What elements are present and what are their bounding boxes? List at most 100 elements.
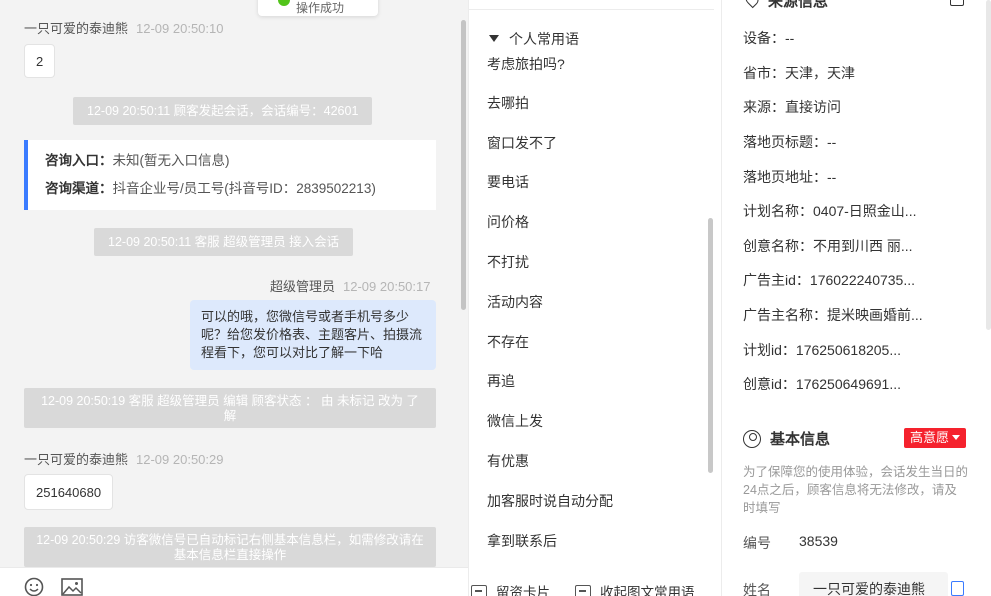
- field-value: --: [827, 169, 837, 185]
- field-label: 创意id：: [743, 376, 796, 392]
- field-label: 省市：: [743, 65, 785, 81]
- field-label: 设备：: [743, 30, 785, 46]
- edit-icon[interactable]: [950, 0, 964, 6]
- phrase-group-title: 个人常用语: [509, 31, 579, 47]
- success-toast: 操作成功: [258, 0, 378, 16]
- user-circle-icon: [743, 430, 761, 448]
- agent-message-bubble: 可以的哦，您微信号或者手机号多少呢？给您发价格表、主题客片、拍摄流程看下，您可以…: [190, 300, 436, 370]
- customer-message-bubble: 251640680: [24, 474, 114, 510]
- field-value: 直接访问: [785, 99, 841, 115]
- document-icon: [575, 585, 591, 596]
- sender-name: 超级管理员: [270, 279, 336, 294]
- copy-icon[interactable]: [951, 581, 964, 596]
- system-message: 12-09 20:50:29 访客微信号已自动标记右侧基本信息栏，如需修改请在基…: [24, 527, 436, 567]
- consult-entry-row: 咨询入口：未知(暂无入口信息): [45, 150, 436, 178]
- phrase-item[interactable]: 活动内容: [487, 292, 543, 312]
- phrase-item[interactable]: 加客服时说自动分配: [487, 491, 613, 511]
- divider: [469, 9, 714, 10]
- system-message: 12-09 20:50:11 客服 超级管理员 接入会话: [94, 228, 354, 256]
- message-time: 12-09 20:50:10: [136, 21, 224, 36]
- message-header: 超级管理员 12-09 20:50:17: [270, 276, 430, 295]
- source-field: 创意名称：不用到川西 丽...: [743, 236, 913, 256]
- phrase-item[interactable]: 问价格: [487, 212, 529, 232]
- image-icon[interactable]: [61, 577, 83, 596]
- field-label: 计划id：: [743, 342, 796, 358]
- field-value: --: [827, 134, 837, 150]
- source-field: 计划id：176250618205...: [743, 340, 901, 360]
- field-value: 不用到川西 丽...: [813, 238, 913, 254]
- customer-info-panel: 来源信息 设备：-- 省市：天津，天津 来源：直接访问 落地页标题：-- 落地页…: [721, 0, 991, 596]
- collapse-phrases-button[interactable]: 收起图文常用语: [575, 581, 695, 596]
- source-field: 来源：直接访问: [743, 97, 841, 117]
- name-label: 姓名: [743, 582, 771, 596]
- consult-channel-value: 抖音企业号/员工号(抖音号ID：2839502213): [112, 181, 376, 196]
- phrase-item[interactable]: 不存在: [487, 332, 529, 352]
- source-field: 广告主名称：提米映画婚前...: [743, 305, 923, 325]
- phrase-item[interactable]: 再追: [487, 371, 515, 391]
- lead-card-button[interactable]: 留资卡片: [471, 581, 550, 596]
- phrase-item[interactable]: 考虑旅拍吗?: [487, 54, 565, 74]
- number-value: 38539: [799, 533, 838, 549]
- consult-channel-label: 咨询渠道：: [45, 181, 113, 196]
- field-label: 落地页标题：: [743, 134, 827, 150]
- phrase-item[interactable]: 有优惠: [487, 451, 529, 471]
- field-label: 计划名称：: [743, 203, 813, 219]
- field-value: 0407-日照金山...: [813, 203, 917, 219]
- consult-entry-label: 咨询入口：: [45, 153, 113, 168]
- message-header: 一只可爱的泰迪熊 12-09 20:50:10: [24, 18, 223, 37]
- system-message: 12-09 20:50:11 顾客发起会话，会话编号：42601: [73, 97, 373, 125]
- source-field: 落地页地址：--: [743, 167, 836, 187]
- message-time: 12-09 20:50:17: [343, 279, 431, 294]
- smiley-icon[interactable]: [24, 577, 44, 596]
- common-phrases-panel: 个人常用语 考虑旅拍吗? 去哪拍 窗口发不了 要电话 问价格 不打扰 活动内容 …: [468, 0, 721, 596]
- lead-card-label: 留资卡片: [496, 585, 550, 596]
- intent-label: 高意愿: [910, 430, 950, 445]
- phrase-item[interactable]: 不打扰: [487, 252, 529, 272]
- field-value: 天津，天津: [785, 65, 855, 81]
- source-info-header: 来源信息: [742, 0, 829, 11]
- source-field: 广告主id：176022240735...: [743, 270, 915, 290]
- phrases-toolbar: 留资卡片 收起图文常用语: [469, 567, 721, 596]
- source-field: 计划名称：0407-日照金山...: [743, 201, 916, 221]
- edit-notice: 为了保障您的使用体验，会话发生当日的24点之后，顾客信息将无法修改，请及时填写: [743, 465, 969, 515]
- phrase-item[interactable]: 微信上发: [487, 411, 543, 431]
- card-icon: [471, 585, 487, 596]
- basic-info-title: 基本信息: [770, 431, 831, 448]
- source-field: 落地页标题：--: [743, 132, 836, 152]
- field-label: 广告主id：: [743, 272, 810, 288]
- customer-message-bubble: 2: [24, 44, 56, 78]
- phrase-item[interactable]: 要电话: [487, 172, 529, 192]
- chat-panel: 操作成功 一只可爱的泰迪熊 12-09 20:50:10 2 12-09 20:5…: [0, 0, 468, 596]
- phrases-scrollbar[interactable]: [708, 218, 713, 473]
- field-label: 广告主名称：: [743, 307, 827, 323]
- phrase-item[interactable]: 拿到联系后: [487, 531, 557, 551]
- location-pin-icon: [742, 0, 762, 9]
- field-label: 来源：: [743, 99, 785, 115]
- number-label: 编号: [743, 535, 771, 551]
- source-field: 省市：天津，天津: [743, 63, 855, 83]
- phrase-item[interactable]: 窗口发不了: [487, 133, 557, 153]
- message-time: 12-09 20:50:29: [136, 452, 224, 467]
- chat-input-toolbar: [0, 567, 468, 596]
- source-info-title: 来源信息: [768, 0, 829, 10]
- field-value: 提米映画婚前...: [827, 307, 923, 323]
- chat-scrollbar[interactable]: [461, 20, 466, 310]
- sender-name: 一只可爱的泰迪熊: [24, 21, 129, 36]
- phrase-item[interactable]: 去哪拍: [487, 93, 529, 113]
- field-value: 176250649691...: [795, 376, 902, 392]
- intent-dropdown[interactable]: 高意愿: [904, 428, 967, 448]
- source-field: 设备：--: [743, 28, 794, 48]
- field-value: 176250618205...: [795, 342, 902, 358]
- toast-text: 操作成功: [296, 1, 345, 15]
- name-field[interactable]: 一只可爱的泰迪熊: [799, 572, 948, 596]
- caret-down-icon: [952, 435, 961, 440]
- check-circle-icon: [278, 0, 290, 6]
- message-header: 一只可爱的泰迪熊 12-09 20:50:29: [24, 449, 223, 468]
- phrase-group-header[interactable]: 个人常用语: [489, 29, 579, 49]
- info-scrollbar[interactable]: [986, 0, 991, 330]
- field-value: --: [785, 30, 795, 46]
- collapse-phrases-label: 收起图文常用语: [600, 585, 695, 596]
- basic-info-header: 基本信息: [743, 428, 830, 449]
- field-label: 创意名称：: [743, 238, 813, 254]
- field-value: 176022240735...: [809, 272, 916, 288]
